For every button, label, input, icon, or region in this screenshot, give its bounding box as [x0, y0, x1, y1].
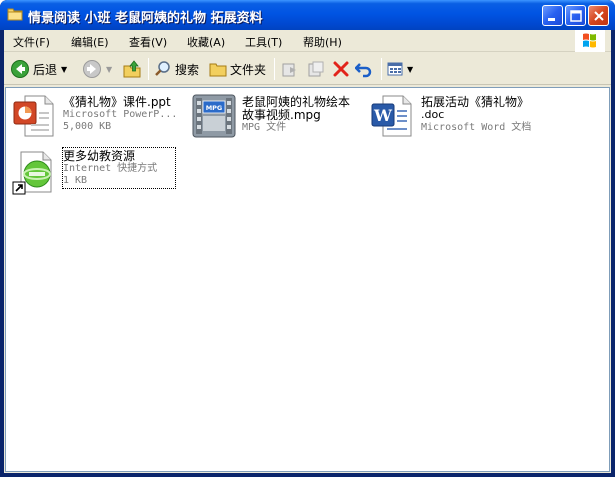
file-size: 5,000 KB: [63, 121, 112, 132]
forward-arrow-icon: [83, 60, 101, 78]
menu-tools[interactable]: 工具(T): [245, 34, 282, 50]
forward-dropdown-icon[interactable]: ▼: [106, 65, 112, 74]
file-type: Internet 快捷方式: [63, 163, 158, 174]
minimize-icon: [548, 18, 555, 21]
copy-to-icon: [308, 61, 324, 77]
folders-label: 文件夹: [230, 62, 267, 77]
file-item-mpg[interactable]: MPG 老鼠阿姨的礼物绘本 故事视频.mpg MPG 文件: [190, 92, 365, 144]
window-title: 情景阅读 小班 老鼠阿姨的礼物 拓展资料: [28, 11, 263, 26]
menu-file[interactable]: 文件(F): [13, 34, 50, 50]
views-icon: [387, 62, 403, 76]
delete-x-icon: [333, 61, 349, 77]
close-button[interactable]: [588, 5, 609, 26]
svg-text:W: W: [373, 106, 393, 125]
file-name-line2: 故事视频.mpg: [242, 108, 321, 122]
menu-bar: 文件(F) 编辑(E) 查看(V) 收藏(A) 工具(T) 帮助(H): [4, 30, 611, 52]
views-dropdown-icon[interactable]: ▼: [407, 65, 413, 74]
folder-icon: [7, 8, 23, 21]
back-arrow-icon: [11, 60, 29, 78]
svg-text:MPG: MPG: [206, 104, 223, 112]
file-item-ppt[interactable]: 《猜礼物》课件.ppt Microsoft PowerP... 5,000 KB: [11, 92, 186, 144]
file-name: 更多幼教资源: [63, 149, 136, 163]
file-name: 《猜礼物》课件.ppt: [63, 95, 171, 109]
menu-favorites[interactable]: 收藏(A): [187, 34, 225, 50]
title-bar[interactable]: 情景阅读 小班 老鼠阿姨的礼物 拓展资料: [0, 0, 615, 30]
internet-shortcut-icon: [12, 151, 52, 195]
views-button[interactable]: ▼: [386, 57, 413, 81]
window-frame: 文件(F) 编辑(E) 查看(V) 收藏(A) 工具(T) 帮助(H) 后退 ▼…: [4, 30, 611, 473]
search-label: 搜索: [175, 62, 200, 77]
word-doc-icon: W: [371, 95, 412, 137]
file-name-line2: .doc: [421, 108, 445, 121]
toolbar-separator: [148, 58, 149, 80]
toolbar-separator: [274, 58, 275, 80]
menu-edit[interactable]: 编辑(E): [71, 34, 109, 50]
explorer-window: 情景阅读 小班 老鼠阿姨的礼物 拓展资料 文件(F) 编辑(E) 查看(V) 收…: [0, 0, 615, 477]
file-type: Microsoft PowerP...: [63, 109, 178, 120]
file-type: MPG 文件: [242, 122, 287, 133]
move-to-button[interactable]: [280, 57, 300, 81]
powerpoint-icon: [13, 95, 54, 137]
up-folder-button[interactable]: [122, 57, 142, 81]
file-size: 1 KB: [63, 175, 88, 186]
move-to-icon: [282, 63, 296, 77]
file-item-doc[interactable]: W 拓展活动《猜礼物》 .doc Microsoft Word 文档: [369, 92, 569, 144]
undo-button[interactable]: [355, 57, 373, 81]
undo-icon: [355, 63, 372, 78]
maximize-button[interactable]: [565, 5, 586, 26]
file-item-shortcut[interactable]: 更多幼教资源 Internet 快捷方式 1 KB: [11, 147, 186, 200]
toolbar: 后退 ▼ ▼ 搜索 文件夹 ▼: [4, 53, 611, 85]
file-list-view[interactable]: 《猜礼物》课件.ppt Microsoft PowerP... 5,000 KB…: [5, 87, 610, 472]
search-button[interactable]: 搜索: [154, 57, 199, 81]
folders-icon: [209, 63, 227, 77]
close-icon: [594, 11, 604, 21]
forward-button[interactable]: ▼: [82, 57, 112, 81]
delete-button[interactable]: [332, 57, 350, 81]
menu-view[interactable]: 查看(V): [129, 34, 167, 50]
back-dropdown-icon[interactable]: ▼: [61, 65, 67, 74]
copy-to-button[interactable]: [306, 57, 326, 81]
back-label: 后退: [33, 62, 58, 77]
back-button[interactable]: 后退 ▼: [10, 57, 67, 81]
maximize-icon: [570, 10, 582, 22]
up-folder-icon: [123, 60, 141, 78]
toolbar-separator: [381, 58, 382, 80]
minimize-button[interactable]: [542, 5, 563, 26]
windows-logo-icon: [575, 30, 605, 52]
mpg-video-icon: MPG: [192, 94, 236, 138]
folders-button[interactable]: 文件夹: [209, 57, 266, 81]
file-type: Microsoft Word 文档: [421, 122, 532, 133]
menu-help[interactable]: 帮助(H): [303, 34, 342, 50]
search-icon: [155, 61, 170, 76]
